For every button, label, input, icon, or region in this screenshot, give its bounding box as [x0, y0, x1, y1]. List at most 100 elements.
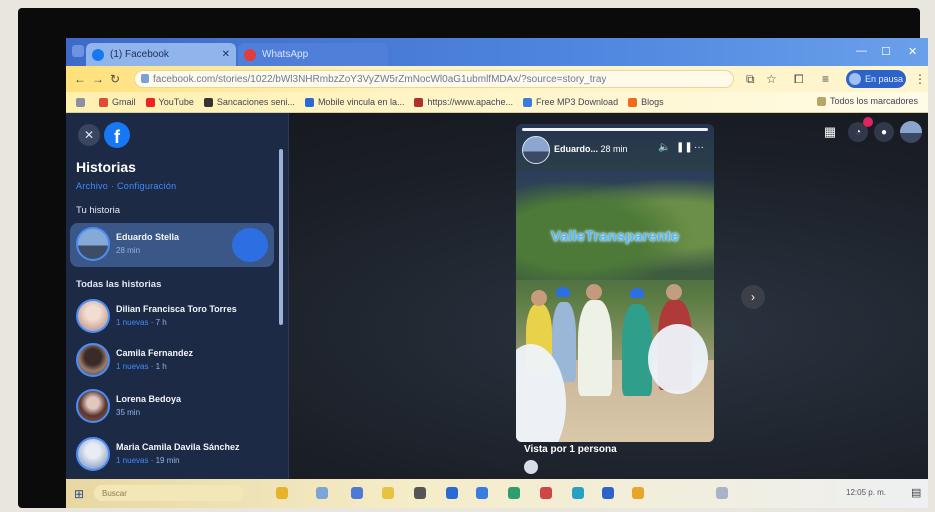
url-text: facebook.com/stories/1022/bWl3NHRmbzZoY3… [153, 73, 607, 85]
taskbar-app-icon[interactable] [716, 487, 728, 499]
more-icon[interactable]: ··· [694, 142, 704, 153]
bookmark-youtube[interactable]: YouTube [145, 97, 194, 107]
extensions-icon[interactable]: ⧠ [794, 72, 804, 87]
facebook-favicon-icon [92, 48, 104, 61]
taskbar-clock[interactable]: 12:05 p. m. [846, 488, 886, 497]
chrome-menu-icon[interactable]: ⋮ [914, 72, 926, 86]
photo-person [578, 300, 612, 396]
forward-arrow-icon[interactable]: → [92, 72, 104, 86]
story-author-name: Dilian Francisca Toro Torres [116, 304, 237, 314]
photo-person-head [531, 290, 547, 306]
profile-label: En pausa [864, 74, 904, 84]
story-author-name: Eduardo Stella [116, 232, 180, 242]
facebook-logo-icon[interactable]: f [104, 122, 130, 148]
story-overlay-text: ValleTransparente [550, 228, 680, 245]
sidebar-scrollbar[interactable] [279, 149, 283, 325]
account-avatar[interactable] [900, 121, 922, 143]
story-list-item[interactable]: Lorena Bedoya 35 min [70, 385, 274, 429]
story-meta: 1 nuevas · 7 h [116, 318, 167, 327]
windows-taskbar: ⊞ Buscar 12:05 p. m. ▤ [66, 479, 928, 508]
reload-icon[interactable]: ↻ [110, 72, 120, 86]
reading-list-icon[interactable]: ≡ [822, 72, 829, 86]
pause-icon[interactable]: ❚❚ [676, 142, 693, 153]
add-story-button[interactable] [232, 228, 268, 262]
photo-person [622, 304, 652, 396]
notifications-icon[interactable]: ● [874, 122, 894, 142]
your-story-label: Tu historia [76, 205, 120, 216]
close-icon[interactable]: ✕ [78, 124, 100, 146]
site-info-icon[interactable] [141, 74, 149, 83]
tab-search-icon[interactable] [72, 45, 84, 57]
close-window-button[interactable]: ✕ [908, 45, 917, 58]
story-meta: 1 nuevas · 1 h [116, 362, 167, 371]
url-input[interactable]: facebook.com/stories/1022/bWl3NHRmbzZoY3… [134, 70, 734, 88]
all-stories-label: Todas las historias [76, 279, 162, 290]
screen: (1) Facebook ✕ WhatsApp — ☐ ✕ ← → ↻ face… [66, 38, 928, 508]
profile-button[interactable]: En pausa [846, 70, 906, 88]
story-author-name: Lorena Bedoya [116, 394, 182, 404]
notification-center-icon[interactable]: ▤ [911, 486, 921, 499]
maximize-button[interactable]: ☐ [881, 45, 891, 58]
bookmark-5[interactable]: https://www.apache... [414, 97, 513, 107]
bookmark-3[interactable]: Sancaciones seni... [203, 97, 295, 107]
back-arrow-icon[interactable]: ← [74, 72, 86, 86]
taskbar-app-icon[interactable] [540, 487, 552, 499]
volume-icon[interactable]: 🔈 [658, 142, 670, 153]
chevron-right-icon[interactable]: › [741, 285, 765, 309]
tab-close-icon[interactable]: ✕ [222, 49, 230, 60]
sidebar-title: Historias [76, 159, 136, 175]
messenger-icon[interactable]: ◔ [848, 117, 873, 142]
bookmark-6[interactable]: Free MP3 Download [523, 97, 618, 107]
story-list-item[interactable]: Dilian Francisca Toro Torres 1 nuevas · … [70, 295, 274, 339]
story-list-item[interactable]: Camila Fernandez 1 nuevas · 1 h [70, 339, 274, 383]
monitor-frame: (1) Facebook ✕ WhatsApp — ☐ ✕ ← → ↻ face… [18, 8, 928, 508]
story-progress-bar [522, 128, 708, 131]
taskbar-app-icon[interactable] [572, 487, 584, 499]
taskbar-app-icon[interactable] [414, 487, 426, 499]
all-bookmarks[interactable]: Todos los marcadores [816, 96, 918, 106]
avatar [76, 227, 110, 261]
photo-person-cap [556, 287, 570, 297]
taskbar-app-icon[interactable] [476, 487, 488, 499]
taskbar-app-icon[interactable] [508, 487, 520, 499]
address-bar-row: ← → ↻ facebook.com/stories/1022/bWl3NHRm… [66, 66, 928, 92]
install-icon[interactable]: ⧉ [746, 72, 755, 87]
taskbar-app-icon[interactable] [446, 487, 458, 499]
taskbar-app-icon[interactable] [351, 487, 363, 499]
grid-menu-icon[interactable]: ▦ [820, 122, 840, 142]
facebook-stories-page: ✕ f Historias Archivo · Configuración Tu… [66, 113, 928, 508]
bookmark-4[interactable]: Mobile vincula en la... [304, 97, 404, 107]
story-views[interactable]: Vista por 1 persona [524, 444, 617, 455]
viewer-avatar[interactable] [524, 460, 538, 474]
taskbar-app-icon[interactable] [316, 487, 328, 499]
taskbar-app-icon[interactable] [276, 487, 288, 499]
taskbar-app-icon[interactable] [602, 487, 614, 499]
taskbar-search[interactable]: Buscar [94, 485, 244, 501]
minimize-button[interactable]: — [856, 45, 867, 57]
photo-blur [648, 324, 708, 394]
tab-whatsapp[interactable]: WhatsApp [238, 43, 388, 66]
apps-icon[interactable] [76, 97, 89, 107]
story-author[interactable]: Eduardo... 28 min [554, 144, 628, 154]
tab-facebook[interactable]: (1) Facebook ✕ [86, 43, 236, 66]
story-author-name: Camila Fernandez [116, 348, 194, 358]
story-background [516, 170, 714, 280]
bookmark-gmail[interactable]: Gmail [99, 97, 136, 107]
story-list-item[interactable]: Maria Camila Davila Sánchez 1 nuevas · 1… [70, 433, 274, 477]
chrome-taskbar-icon[interactable] [632, 487, 644, 499]
whatsapp-favicon-icon [244, 48, 256, 61]
bookmark-7[interactable]: Blogs [628, 97, 664, 107]
taskbar-app-icon[interactable] [382, 487, 394, 499]
photo-person-cap [630, 288, 644, 298]
stories-sidebar: ✕ f Historias Archivo · Configuración Tu… [66, 113, 289, 508]
story-viewer[interactable]: Eduardo... 28 min 🔈 ❚❚ ··· ValleTranspar… [516, 124, 714, 442]
sidebar-links[interactable]: Archivo · Configuración [76, 181, 176, 191]
story-meta: 1 nuevas · 19 min [116, 456, 180, 465]
windows-start-icon[interactable]: ⊞ [74, 487, 84, 501]
avatar[interactable] [522, 136, 550, 164]
my-story-item[interactable]: Eduardo Stella 28 min [70, 223, 274, 267]
avatar [76, 437, 110, 471]
tab-label: WhatsApp [262, 49, 309, 60]
bookmark-star-icon[interactable]: ☆ [766, 72, 777, 86]
story-time: 28 min [116, 246, 141, 255]
